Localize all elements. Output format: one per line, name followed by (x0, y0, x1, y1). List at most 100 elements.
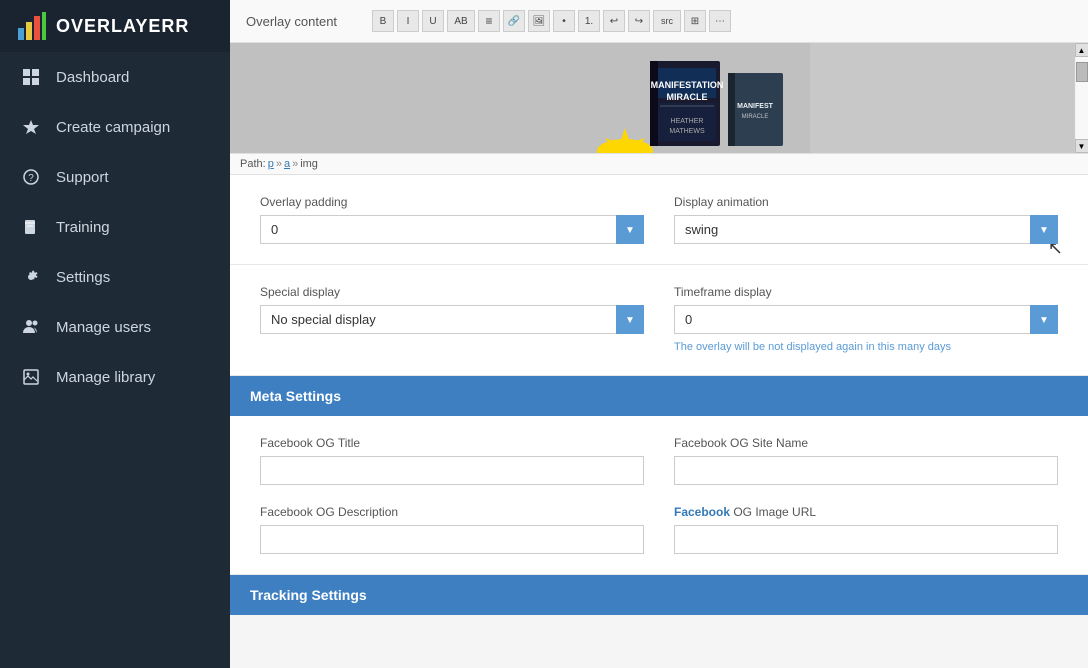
sidebar-nav: Dashboard Create campaign ? Support Trai… (0, 52, 230, 402)
svg-text:HEATHER: HEATHER (671, 118, 704, 125)
toolbar-btn-src[interactable]: src (653, 10, 681, 32)
gear-icon (20, 266, 42, 288)
training-label: Training (56, 219, 110, 236)
overlay-padding-select[interactable]: 0 5 10 15 20 (260, 215, 644, 244)
star-icon (20, 116, 42, 138)
users-icon (20, 316, 42, 338)
image-scrollbar[interactable]: ▲ ▼ (1074, 43, 1088, 153)
toolbar-btn-redo[interactable]: ↪ (628, 10, 650, 32)
special-display-select[interactable]: No special display Always show Once per … (260, 305, 644, 334)
special-display-group: Special display No special display Alway… (260, 285, 644, 355)
timeframe-hint: The overlay will be not displayed again … (674, 340, 1058, 355)
toolbar-btn-4[interactable]: AB (447, 10, 475, 32)
toolbar-btn-3[interactable]: U (422, 10, 444, 32)
book-icon (20, 216, 42, 238)
fb-og-title-label: Facebook OG Title (260, 436, 644, 450)
path-sep-2: » (292, 158, 298, 170)
special-display-select-wrapper: No special display Always show Once per … (260, 305, 644, 334)
sidebar-item-manage-library[interactable]: Manage library (0, 352, 230, 402)
path-img: img (300, 158, 318, 170)
scroll-down-arrow[interactable]: ▼ (1075, 139, 1088, 153)
toolbar-btn-5[interactable]: ≡ (478, 10, 500, 32)
content-wrapper: Overlay content B I U AB ≡ 🔗 🖼 • 1. ↩ ↪ … (230, 0, 1088, 615)
image-icon (20, 366, 42, 388)
sidebar-item-settings[interactable]: Settings (0, 252, 230, 302)
fb-og-description-label: Facebook OG Description (260, 505, 644, 519)
toolbar-btn-link[interactable]: 🔗 (503, 10, 525, 32)
overlay-content-section: Overlay content B I U AB ≡ 🔗 🖼 • 1. ↩ ↪ … (230, 0, 1088, 175)
path-a[interactable]: a (284, 158, 290, 170)
toolbar-btn-table[interactable]: ⊞ (684, 10, 706, 32)
meta-settings-section: Meta Settings Facebook OG Title Facebook… (230, 376, 1088, 575)
sidebar-item-manage-users[interactable]: Manage users (0, 302, 230, 352)
path-p[interactable]: p (268, 158, 274, 170)
sidebar-item-create-campaign[interactable]: Create campaign (0, 102, 230, 152)
toolbar-btn-1[interactable]: B (372, 10, 394, 32)
toolbar-btn-2[interactable]: I (397, 10, 419, 32)
main-content: Overlay content B I U AB ≡ 🔗 🖼 • 1. ↩ ↪ … (230, 0, 1088, 668)
question-icon: ? (20, 166, 42, 188)
fb-og-image-url-label: Facebook OG Image URL (674, 505, 1058, 519)
sidebar-item-dashboard[interactable]: Dashboard (0, 52, 230, 102)
app-logo-icon (16, 10, 48, 42)
scroll-track[interactable] (1076, 57, 1088, 139)
manage-users-label: Manage users (56, 319, 151, 336)
image-preview: MANIFESTATION MIRACLE HEATHER MATHEWS MA… (230, 43, 1088, 153)
toolbar-btn-bullet[interactable]: • (553, 10, 575, 32)
fb-og-description-group: Facebook OG Description (260, 505, 644, 554)
sidebar: OVERLAYERR Dashboard Create campaign ? S… (0, 0, 230, 668)
dashboard-icon (20, 66, 42, 88)
meta-section-body: Facebook OG Title Facebook OG Site Name (230, 416, 1088, 575)
sidebar-item-training[interactable]: Training (0, 202, 230, 252)
timeframe-display-select[interactable]: 0 1 3 7 14 30 (674, 305, 1058, 334)
toolbar-btn-more[interactable]: ⋯ (709, 10, 731, 32)
overlay-padding-label: Overlay padding (260, 195, 644, 209)
book-image: MANIFESTATION MIRACLE HEATHER MATHEWS MA… (230, 43, 810, 153)
svg-text:MANIFESTATION: MANIFESTATION (651, 80, 724, 90)
svg-text:MIRACLE: MIRACLE (742, 114, 769, 120)
meta-settings-header: Meta Settings (230, 376, 1088, 416)
create-campaign-label: Create campaign (56, 119, 170, 136)
display-animation-select-wrapper: swing bounce fade none ↖ (674, 215, 1058, 244)
path-sep-1: » (276, 158, 282, 170)
logo: OVERLAYERR (0, 0, 230, 52)
toolbar-btn-num[interactable]: 1. (578, 10, 600, 32)
path-bar: Path: p » a » img (230, 153, 1088, 174)
meta-row-2: Facebook OG Description Facebook OG Imag… (260, 505, 1058, 554)
fb-og-image-url-group: Facebook OG Image URL (674, 505, 1058, 554)
timeframe-display-group: Timeframe display 0 1 3 7 14 30 The over… (674, 285, 1058, 355)
toolbar-btn-undo[interactable]: ↩ (603, 10, 625, 32)
fb-og-site-name-label: Facebook OG Site Name (674, 436, 1058, 450)
svg-text:MANIFEST: MANIFEST (737, 103, 774, 110)
svg-text:MATHEWS: MATHEWS (669, 128, 705, 135)
padding-animation-section: Overlay padding 0 5 10 15 20 Display ani… (230, 175, 1088, 265)
sidebar-item-support[interactable]: ? Support (0, 152, 230, 202)
special-timeframe-row: Special display No special display Alway… (260, 285, 1058, 355)
display-animation-group: Display animation swing bounce fade none… (674, 195, 1058, 244)
special-display-label: Special display (260, 285, 644, 299)
fb-og-site-name-input[interactable] (674, 456, 1058, 485)
fb-og-description-input[interactable] (260, 525, 644, 554)
svg-text:?: ? (28, 173, 34, 184)
toolbar-btn-image[interactable]: 🖼 (528, 10, 550, 32)
dashboard-label: Dashboard (56, 69, 129, 86)
special-timeframe-section: Special display No special display Alway… (230, 265, 1088, 376)
app-title: OVERLAYERR (56, 16, 189, 37)
scroll-thumb[interactable] (1076, 62, 1088, 82)
manage-library-label: Manage library (56, 369, 155, 386)
fb-og-title-group: Facebook OG Title (260, 436, 644, 485)
timeframe-display-label: Timeframe display (674, 285, 1058, 299)
settings-label: Settings (56, 269, 110, 286)
image-header: Overlay content B I U AB ≡ 🔗 🖼 • 1. ↩ ↪ … (230, 0, 1088, 43)
tracking-settings-header: Tracking Settings (230, 575, 1088, 615)
support-label: Support (56, 169, 109, 186)
scroll-up-arrow[interactable]: ▲ (1075, 43, 1088, 57)
image-toolbar: B I U AB ≡ 🔗 🖼 • 1. ↩ ↪ src ⊞ ⋯ (372, 10, 731, 32)
tracking-settings-section: Tracking Settings (230, 575, 1088, 615)
display-animation-select[interactable]: swing bounce fade none (674, 215, 1058, 244)
fb-og-image-url-input[interactable] (674, 525, 1058, 554)
path-prefix: Path: (240, 158, 266, 170)
fb-og-title-input[interactable] (260, 456, 644, 485)
timeframe-display-select-wrapper: 0 1 3 7 14 30 (674, 305, 1058, 334)
overlay-padding-select-wrapper: 0 5 10 15 20 (260, 215, 644, 244)
